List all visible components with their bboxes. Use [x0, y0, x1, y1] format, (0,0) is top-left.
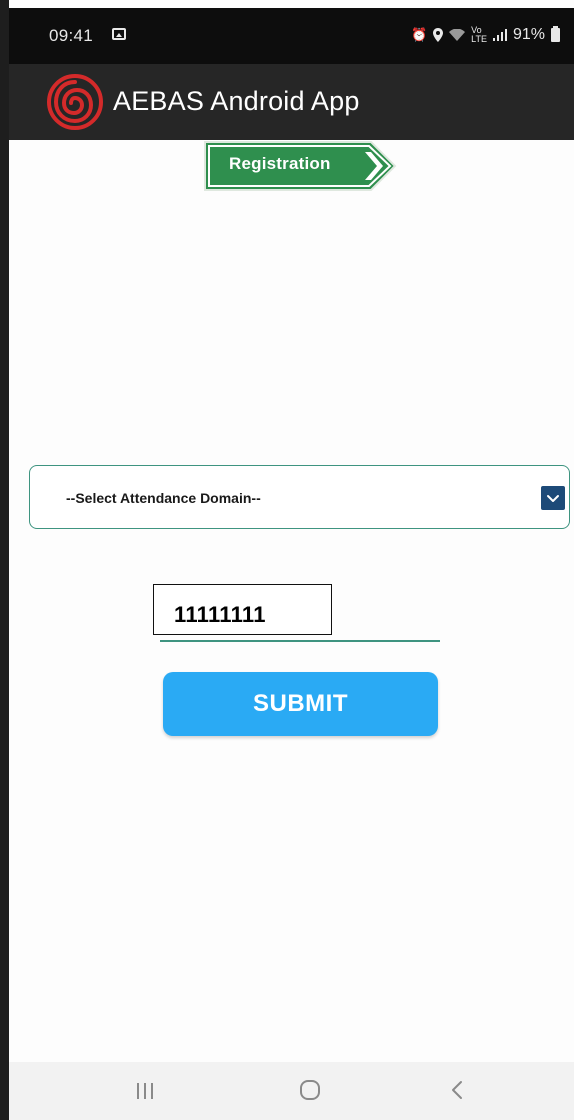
app-bar: AEBAS Android App: [9, 64, 574, 140]
app-screen: 09:41 ⏰ Vo LTE 91% AEBAS Android App Reg…: [0, 0, 574, 1120]
status-bar: 09:41 ⏰ Vo LTE 91%: [9, 8, 574, 64]
location-icon: [433, 28, 444, 42]
registration-banner[interactable]: Registration: [203, 140, 399, 192]
chevron-down-icon: [547, 495, 559, 502]
battery-percent: 91%: [512, 26, 545, 43]
recents-icon[interactable]: [136, 1081, 154, 1101]
photo-icon: [112, 28, 126, 40]
status-time: 09:41: [49, 26, 94, 45]
app-title: AEBAS Android App: [113, 86, 360, 116]
wifi-icon: [449, 29, 466, 41]
attendance-domain-select[interactable]: --Select Attendance Domain--: [29, 465, 570, 529]
submit-button[interactable]: SUBMIT: [163, 672, 438, 736]
fingerprint-logo-icon: [47, 74, 103, 130]
input-underline: [160, 640, 440, 642]
registration-label: Registration: [229, 154, 331, 173]
navigation-bar: [9, 1062, 574, 1120]
alarm-icon: ⏰: [410, 27, 428, 42]
home-icon[interactable]: [299, 1079, 321, 1101]
back-icon[interactable]: [449, 1079, 465, 1101]
id-input[interactable]: [153, 584, 332, 635]
battery-icon: [551, 26, 560, 42]
attendance-domain-value: --Select Attendance Domain--: [66, 490, 261, 506]
volte-icon: Vo LTE: [471, 25, 487, 44]
device-frame: [0, 0, 9, 1120]
signal-icon: [492, 29, 507, 41]
status-icons: ⏰ Vo LTE 91%: [411, 26, 560, 44]
id-input-group: [153, 584, 440, 644]
dropdown-button[interactable]: [541, 486, 565, 510]
